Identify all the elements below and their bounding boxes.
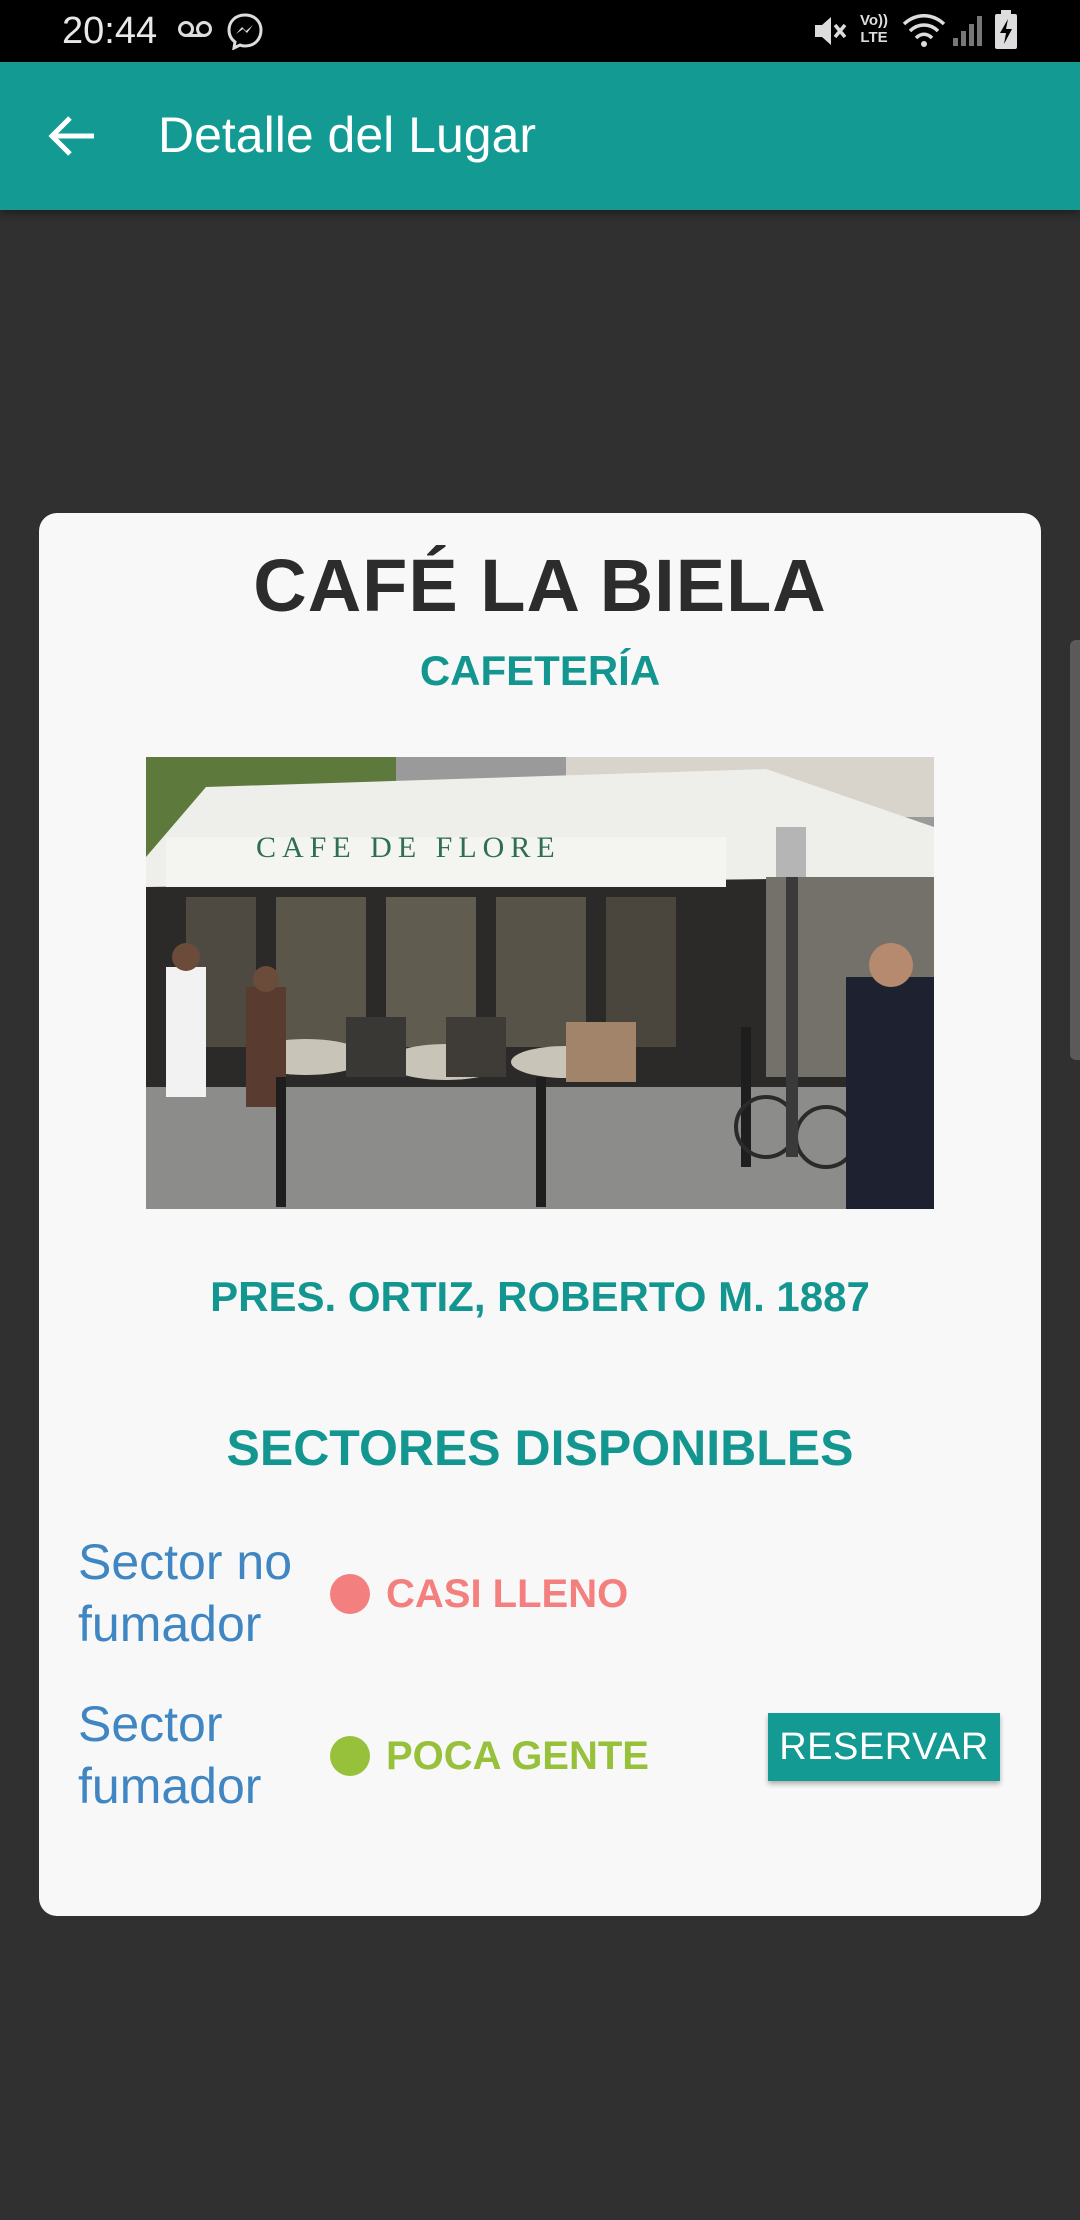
- back-button[interactable]: [42, 106, 102, 166]
- mute-icon: [812, 14, 848, 53]
- sectors-title: SECTORES DISPONIBLES: [226, 1420, 854, 1476]
- status-bar: 20:44 Vo)) LTE: [0, 0, 1080, 62]
- status-dot: [330, 1574, 370, 1614]
- clock: 20:44: [62, 10, 158, 52]
- place-card: CAFÉ LA BIELA CAFETERÍA CAFE DE FLORE PR…: [39, 513, 1041, 1916]
- messenger-icon: [226, 12, 264, 55]
- reserve-button[interactable]: RESERVAR: [768, 1713, 1000, 1781]
- volte-icon: Vo)) LTE: [856, 12, 892, 46]
- voicemail-icon: [178, 18, 212, 45]
- wifi-icon: [902, 12, 946, 53]
- volte-label-bottom: LTE: [860, 29, 888, 46]
- status-label: POCA GENTE: [386, 1733, 649, 1778]
- sector-name: Sector fumador: [78, 1696, 262, 1814]
- status-dot: [330, 1736, 370, 1776]
- sector-status: CASI LLENO: [330, 1569, 628, 1619]
- place-name: CAFÉ LA BIELA: [253, 544, 827, 627]
- status-label: CASI LLENO: [386, 1571, 629, 1616]
- place-address: PRES. ORTIZ, ROBERTO M. 1887: [210, 1273, 870, 1320]
- arrow-back-icon: [48, 116, 94, 156]
- sector-row-no-smoking: Sector no fumador CASI LLENO: [78, 1531, 998, 1661]
- page-title: Detalle del Lugar: [158, 107, 537, 163]
- sector-status: POCA GENTE: [330, 1731, 649, 1781]
- scrollbar[interactable]: [1070, 640, 1080, 1060]
- sector-name: Sector no fumador: [78, 1534, 293, 1652]
- photo-sign-text: CAFE DE FLORE: [256, 831, 561, 864]
- volte-label-top: Vo)): [859, 12, 889, 29]
- sector-row-smoking: Sector fumador POCA GENTE RESERVAR: [78, 1693, 1000, 1823]
- place-category: CAFETERÍA: [419, 647, 661, 694]
- battery-charging-icon: [994, 10, 1018, 55]
- app-bar: Detalle del Lugar: [0, 62, 1080, 210]
- place-photo: CAFE DE FLORE: [146, 757, 934, 1209]
- signal-icon: [952, 14, 986, 51]
